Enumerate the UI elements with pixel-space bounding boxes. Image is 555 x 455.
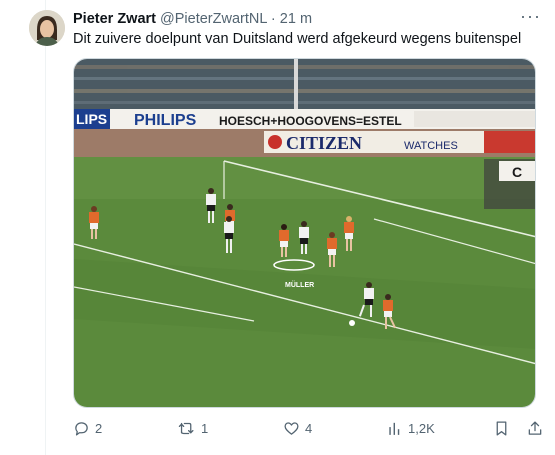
like-count: 4 (305, 421, 313, 436)
tweet-actions: 2 1 4 1,2K (73, 420, 543, 440)
heart-icon (284, 422, 299, 435)
thread-line (45, 0, 46, 455)
billboard-text-watches: WATCHES (404, 140, 458, 152)
reply-button[interactable]: 2 (73, 420, 102, 437)
tweet-media-image[interactable]: LIPS PHILIPS HOESCH+HOOGOVENS=ESTEL CITI… (73, 58, 536, 408)
bookmark-button[interactable] (494, 420, 509, 437)
billboard-text-citizen: CITIZEN (286, 133, 362, 153)
tweet-text: Dit zuivere doelpunt van Duitsland werd … (73, 31, 522, 47)
repost-count: 1 (201, 421, 209, 436)
billboard-text-left: LIPS (76, 111, 107, 127)
ball (349, 320, 355, 326)
author-handle[interactable]: @PieterZwartNL (160, 11, 267, 27)
repost-icon (178, 422, 194, 435)
svg-text:C: C (512, 164, 522, 180)
billboard-text-philips: PHILIPS (134, 112, 197, 129)
reply-icon (75, 422, 88, 436)
share-icon (528, 421, 542, 435)
timestamp[interactable]: 21 m (280, 11, 312, 27)
bookmark-icon (496, 421, 507, 436)
author-name[interactable]: Pieter Zwart (73, 11, 156, 27)
reply-count: 2 (95, 421, 103, 436)
share-button[interactable] (527, 420, 543, 437)
tweet-header: Pieter Zwart @PieterZwartNL · 21 m (73, 11, 312, 27)
billboard-text-hoesch: HOESCH+HOOGOVENS=ESTEL (219, 114, 402, 128)
views-button[interactable]: 1,2K (387, 420, 435, 437)
separator: · (270, 11, 276, 27)
player-label: MÜLLER (285, 280, 314, 289)
analytics-icon (389, 422, 400, 435)
like-button[interactable]: 4 (283, 420, 312, 437)
repost-button[interactable]: 1 (177, 420, 208, 437)
avatar[interactable] (29, 10, 65, 46)
more-options-icon[interactable]: ··· (520, 6, 541, 27)
view-count: 1,2K (408, 421, 435, 436)
photographers: C (484, 159, 535, 209)
